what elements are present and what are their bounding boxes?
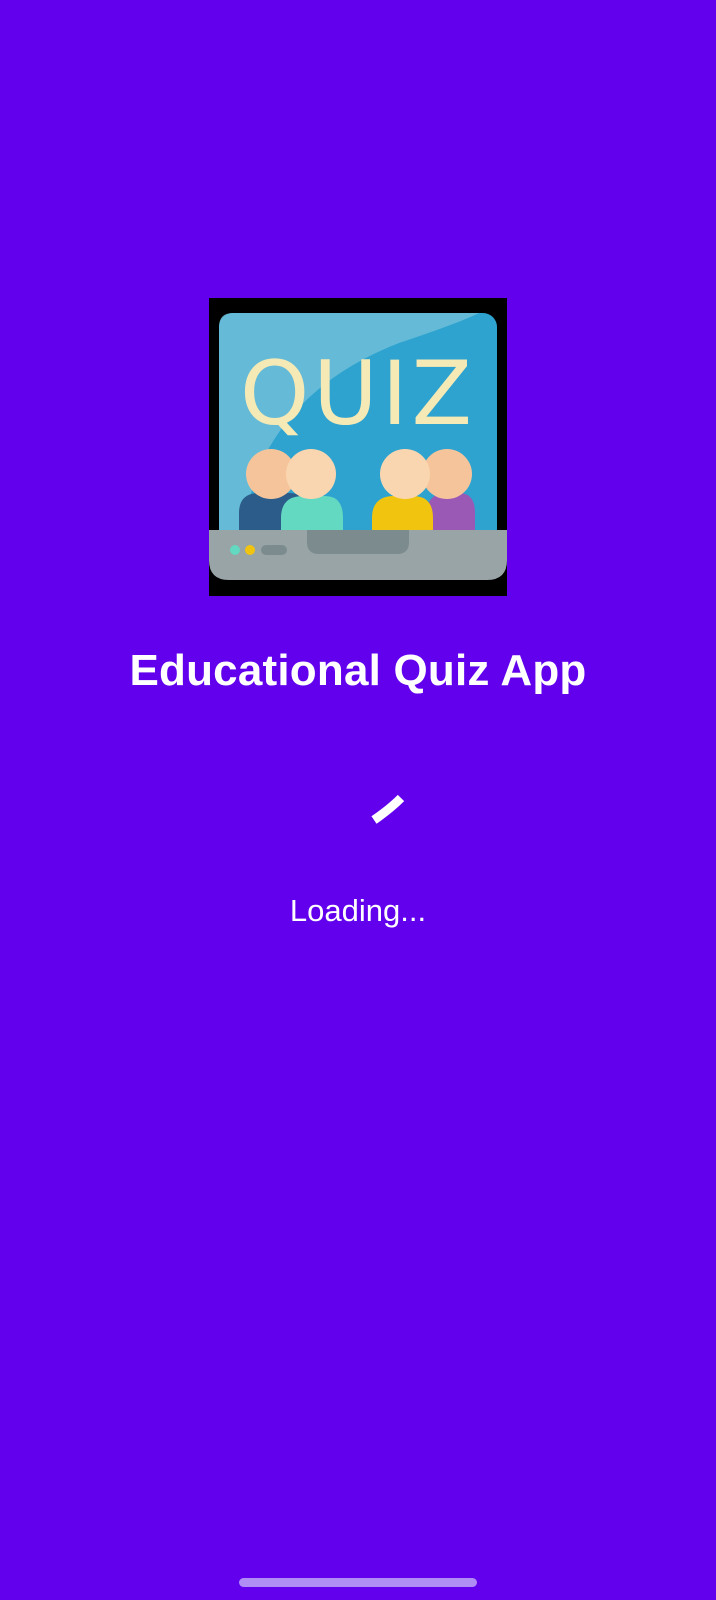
loading-text: Loading...: [289, 893, 427, 928]
svg-text:QUIZ: QUIZ: [240, 342, 476, 445]
app-title: Educational Quiz App: [129, 646, 587, 695]
splash-screen: QUIZ Educational Quiz App Loading...: [0, 0, 716, 1600]
spinner-arc-icon: [371, 794, 405, 824]
app-logo: QUIZ: [209, 298, 507, 596]
gesture-navigation-handle[interactable]: [239, 1578, 477, 1587]
loading-spinner: [332, 778, 412, 858]
quiz-laptop-icon: QUIZ: [209, 298, 507, 596]
